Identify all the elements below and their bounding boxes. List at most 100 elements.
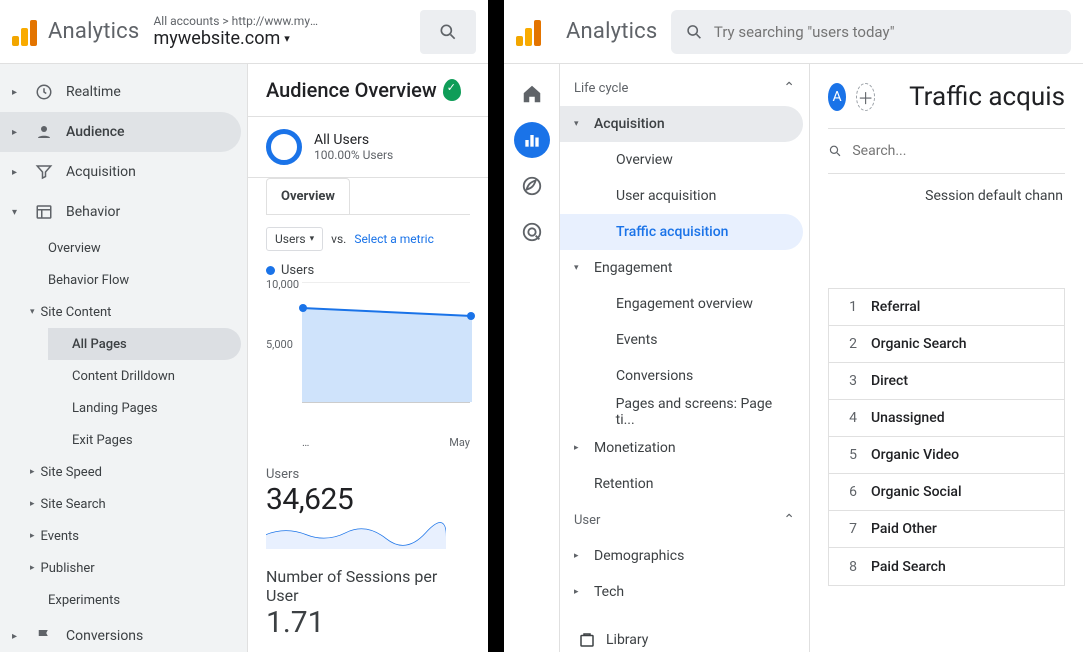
table-row[interactable]: 2Organic Search [829,326,1064,363]
nav-behavior-flow[interactable]: Behavior Flow [48,264,247,296]
section-lifecycle[interactable]: Life cycle ⌃ [560,70,809,106]
table-row[interactable]: 6Organic Social [829,474,1064,511]
segment-row[interactable]: All Users 100.00% Users [248,117,488,178]
nav-label: Realtime [66,84,121,100]
table-row[interactable]: 8Paid Search [829,548,1064,585]
row-index: 4 [829,410,871,426]
nav-tech[interactable]: ▸Tech [560,574,803,610]
nav-behavior[interactable]: ▾ Behavior [0,192,241,232]
metric-sessions-label: Number of Sessions per User [266,567,470,605]
table-row[interactable]: 7Paid Other [829,511,1064,548]
verified-shield-icon [443,79,461,101]
nav-eng-conversions[interactable]: Conversions [560,358,803,394]
nav-library[interactable]: Library [560,620,809,652]
site-name: mywebsite.com ▾ [153,28,323,50]
y-tick: 10,000 [266,278,299,291]
rail-reports[interactable] [514,122,550,158]
nav-acquisition[interactable]: ▾ Acquisition [560,106,803,142]
nav-sc-drilldown[interactable]: Content Drilldown [48,360,247,392]
vs-label: vs. [331,232,346,246]
nav-acq-overview[interactable]: Overview [560,142,803,178]
nav-retention[interactable]: Retention [560,466,803,502]
row-index: 1 [829,299,871,315]
chevron-right-icon: ▸ [30,467,35,477]
nav-conversions[interactable]: ▸ Conversions [0,616,241,652]
nav-monetization[interactable]: ▸Monetization [560,430,803,466]
right-main: A ＋ Traffic acquis Session default chann… [810,64,1083,652]
nav-label: Audience [66,124,125,140]
nav-behavior-events[interactable]: ▸Events [48,520,247,552]
add-comparison-button[interactable]: ＋ [856,83,875,111]
row-index: 2 [829,336,871,352]
rail-home[interactable] [514,76,550,112]
line-chart [302,282,482,412]
select-metric-link[interactable]: Select a metric [354,232,434,246]
sparkline [266,521,446,549]
table-row[interactable]: 3Direct [829,363,1064,400]
nav-sc-exit[interactable]: Exit Pages [48,424,247,456]
nav-realtime[interactable]: ▸ Realtime [0,72,241,112]
chevron-right-icon: ▸ [30,563,35,573]
channel-table: 1Referral2Organic Search3Direct4Unassign… [828,288,1065,586]
legend-label: Users [281,263,314,278]
global-search-input[interactable] [714,23,1057,41]
search-button[interactable] [420,10,476,54]
account-switcher[interactable]: All accounts > http://www.mywebsit.... m… [153,14,323,50]
nav-behavior-overview[interactable]: Overview [48,232,247,264]
analytics-logo-icon [516,18,544,46]
nav-eng-pages[interactable]: Pages and screens: Page ti... [560,394,803,430]
metric-users-value: 34,625 [266,482,470,517]
metric-select[interactable]: Users ▾ [266,227,323,251]
nav-behavior-sitespeed[interactable]: ▸Site Speed [48,456,247,488]
nav-acquisition[interactable]: ▸ Acquisition [0,152,241,192]
chevron-right-icon: ▸ [12,127,22,138]
nav-behavior-publisher[interactable]: ▸Publisher [48,552,247,584]
nav-acq-traffic[interactable]: Traffic acquisition [560,214,803,250]
nav-rail [504,64,560,652]
segment-name: All Users [314,132,393,148]
chevron-right-icon: ▸ [30,499,35,509]
chart-point [467,312,475,320]
chevron-down-icon: ▾ [574,263,586,273]
person-icon [34,123,54,141]
chevron-down-icon: ▾ [310,234,315,244]
layout-icon [34,203,54,221]
nav-eng-overview[interactable]: Engagement overview [560,286,803,322]
nav-behavior-sitesearch[interactable]: ▸Site Search [48,488,247,520]
row-index: 8 [829,559,871,575]
user-avatar[interactable]: A [828,83,846,111]
table-row[interactable]: 4Unassigned [829,400,1064,437]
chevron-right-icon: ▸ [12,631,22,642]
column-header[interactable]: Session default chann [828,174,1065,218]
chevron-right-icon: ▸ [12,167,22,178]
nav-engagement[interactable]: ▾ Engagement [560,250,803,286]
nav-audience[interactable]: ▸ Audience [0,112,241,152]
row-label: Unassigned [871,410,1064,426]
table-search-input[interactable] [852,143,1065,159]
left-header: Analytics All accounts > http://www.mywe… [0,0,488,64]
library-icon [578,631,596,649]
nav-behavior-sitecontent[interactable]: ▾Site Content [48,296,247,328]
nav-demographics[interactable]: ▸Demographics [560,538,803,574]
table-row[interactable]: 5Organic Video [829,437,1064,474]
brand-label: Analytics [566,19,657,44]
nav-label: Conversions [66,628,143,644]
nav-sc-landing[interactable]: Landing Pages [48,392,247,424]
row-label: Organic Video [871,447,1064,463]
rail-explore[interactable] [514,168,550,204]
table-row[interactable]: 1Referral [829,289,1064,326]
nav-label: Behavior [66,204,120,220]
nav-acq-user[interactable]: User acquisition [560,178,803,214]
analytics-logo-icon [12,18,40,46]
search-icon [685,22,703,42]
tab-overview[interactable]: Overview [266,178,350,214]
nav-sc-allpages[interactable]: All Pages [48,328,241,360]
row-index: 5 [829,447,871,463]
section-user[interactable]: User ⌃ [560,502,809,538]
nav-behavior-experiments[interactable]: Experiments [48,584,247,616]
rail-advertising[interactable] [514,214,550,250]
nav-eng-events[interactable]: Events [560,322,803,358]
global-search[interactable] [671,10,1071,54]
clock-icon [34,83,54,101]
account-breadcrumbs: All accounts > http://www.mywebsit.... [153,14,323,28]
